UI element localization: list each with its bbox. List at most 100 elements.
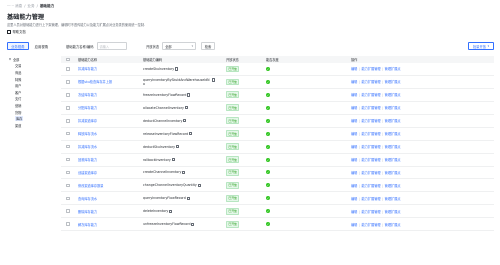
extension-manage-link[interactable]: 能力扩展管理 — [361, 197, 380, 201]
row-checkbox[interactable] — [66, 144, 70, 149]
edit-link[interactable]: 编辑 — [351, 158, 357, 162]
check-circle-icon[interactable]: ✓ — [266, 105, 270, 110]
capability-name-link[interactable]: 创建渠道库存 — [78, 170, 140, 175]
copy-icon[interactable] — [197, 183, 201, 188]
tree-item[interactable]: 支付 — [7, 96, 51, 103]
extension-point-link[interactable]: 管理扩展点 — [385, 93, 401, 97]
row-checkbox[interactable] — [66, 183, 70, 188]
breadcrumb-item[interactable]: 业务 — [27, 4, 34, 8]
tree-item[interactable]: 商品 — [7, 69, 51, 76]
check-circle-icon[interactable]: ✓ — [266, 131, 270, 136]
copy-icon[interactable] — [183, 119, 187, 123]
capability-name-link[interactable]: 扣减渠道库存 — [78, 118, 140, 123]
edit-link[interactable]: 编辑 — [351, 223, 357, 227]
capability-name-link[interactable]: 查询库存流水 — [78, 196, 140, 201]
capability-name-link[interactable]: 分配库存能力 — [78, 105, 140, 110]
check-circle-icon[interactable]: ✓ — [266, 183, 270, 188]
check-circle-icon[interactable]: ✓ — [266, 170, 270, 175]
edit-link[interactable]: 编辑 — [351, 145, 357, 149]
extension-manage-link[interactable]: 能力扩展管理 — [361, 80, 380, 84]
row-checkbox[interactable] — [66, 80, 70, 84]
row-checkbox[interactable] — [66, 170, 70, 175]
status-select[interactable]: 全部 ▾ — [162, 42, 197, 50]
edit-link[interactable]: 编辑 — [351, 67, 357, 71]
row-checkbox[interactable] — [66, 105, 70, 110]
breadcrumb-item[interactable]: ······ 消息 — [7, 4, 22, 8]
edit-link[interactable]: 编辑 — [351, 171, 357, 175]
extension-manage-link[interactable]: 能力扩展管理 — [361, 67, 380, 71]
row-checkbox[interactable] — [66, 131, 70, 136]
row-checkbox[interactable] — [66, 93, 70, 97]
extension-manage-link[interactable]: 能力扩展管理 — [361, 223, 380, 227]
capability-name-link[interactable]: 扣减库存流水 — [78, 144, 140, 149]
extension-point-link[interactable]: 管理扩展点 — [385, 80, 401, 84]
copy-icon[interactable] — [186, 196, 190, 201]
check-circle-icon[interactable]: ✓ — [266, 222, 270, 227]
check-circle-icon[interactable]: ✓ — [266, 79, 270, 84]
check-circle-icon[interactable]: ✓ — [266, 118, 270, 123]
capability-name-link[interactable]: 删除库存能力 — [78, 209, 140, 214]
edit-link[interactable]: 编辑 — [351, 132, 357, 136]
extension-point-link[interactable]: 管理扩展点 — [385, 184, 401, 188]
copy-icon[interactable] — [169, 209, 173, 213]
extension-manage-link[interactable]: 能力扩展管理 — [361, 132, 380, 136]
extension-manage-link[interactable]: 能力扩展管理 — [361, 184, 380, 188]
extension-point-link[interactable]: 管理扩展点 — [385, 145, 401, 149]
extension-point-link[interactable]: 管理扩展点 — [385, 210, 401, 214]
copy-icon[interactable] — [171, 157, 175, 162]
extension-point-link[interactable]: 管理扩展点 — [385, 106, 401, 110]
extension-manage-link[interactable]: 能力扩展管理 — [361, 93, 380, 97]
extension-manage-link[interactable]: 能力扩展管理 — [361, 210, 380, 214]
select-all-checkbox[interactable] — [66, 57, 70, 62]
capability-name-link[interactable]: 解冻库存能力 — [78, 222, 140, 227]
copy-icon[interactable] — [175, 67, 179, 71]
edit-link[interactable]: 编辑 — [351, 184, 357, 188]
batch-open-button[interactable]: 批量开放 ▾ — [468, 42, 494, 50]
extension-manage-link[interactable]: 能力扩展管理 — [361, 106, 380, 110]
check-circle-icon[interactable]: ✓ — [266, 66, 270, 71]
extension-manage-link[interactable]: 能力扩展管理 — [361, 171, 380, 175]
search-button[interactable]: 检索 — [201, 42, 215, 50]
row-checkbox[interactable] — [66, 67, 70, 71]
edit-link[interactable]: 编辑 — [351, 197, 357, 201]
check-circle-icon[interactable]: ✓ — [266, 196, 270, 201]
extension-point-link[interactable]: 管理扩展点 — [385, 67, 401, 71]
extension-point-link[interactable]: 管理扩展点 — [385, 119, 401, 123]
capability-name-link[interactable]: 扣减库存能力 — [78, 66, 140, 71]
copy-icon[interactable] — [176, 144, 180, 149]
copy-icon[interactable] — [189, 131, 193, 136]
check-circle-icon[interactable]: ✓ — [266, 209, 270, 214]
tab-business-view[interactable]: 业务视角 — [7, 42, 29, 50]
tree-item[interactable]: 货物 — [7, 109, 51, 116]
row-checkbox[interactable] — [66, 118, 70, 123]
row-checkbox[interactable] — [66, 196, 70, 201]
edit-link[interactable]: 编辑 — [351, 93, 357, 97]
name-code-input[interactable]: 请输入 — [96, 42, 127, 50]
capability-name-link[interactable]: 冻结库存能力 — [78, 92, 140, 97]
edit-link[interactable]: 编辑 — [351, 106, 357, 110]
copy-icon[interactable] — [184, 106, 188, 110]
row-checkbox[interactable] — [66, 209, 70, 214]
check-circle-icon[interactable]: ✓ — [266, 157, 270, 162]
row-checkbox[interactable] — [66, 222, 70, 227]
copy-icon[interactable] — [212, 78, 215, 82]
tree-item[interactable]: 特殊 — [7, 76, 51, 83]
tree-item[interactable]: 客户 — [7, 89, 51, 96]
extension-point-link[interactable]: 管理扩展点 — [385, 223, 401, 227]
capability-name-link[interactable]: 回滚库存能力 — [78, 157, 140, 162]
row-checkbox[interactable] — [66, 157, 70, 162]
extension-point-link[interactable]: 管理扩展点 — [385, 132, 401, 136]
extension-manage-link[interactable]: 能力扩展管理 — [361, 158, 380, 162]
tab-application-view[interactable]: 应用视角 — [32, 42, 52, 50]
extension-manage-link[interactable]: 能力扩展管理 — [361, 119, 380, 123]
tree-item[interactable]: 交易 — [7, 63, 51, 70]
tree-item[interactable]: 用户 — [7, 82, 51, 89]
edit-link[interactable]: 编辑 — [351, 210, 357, 214]
help-doc-link[interactable]: 帮助文档 — [7, 29, 26, 34]
tree-item[interactable]: 库存 — [7, 115, 51, 122]
edit-link[interactable]: 编辑 — [351, 119, 357, 123]
extension-manage-link[interactable]: 能力扩展管理 — [361, 145, 380, 149]
extension-point-link[interactable]: 管理扩展点 — [385, 171, 401, 175]
edit-link[interactable]: 编辑 — [351, 80, 357, 84]
check-circle-icon[interactable]: ✓ — [266, 144, 270, 149]
